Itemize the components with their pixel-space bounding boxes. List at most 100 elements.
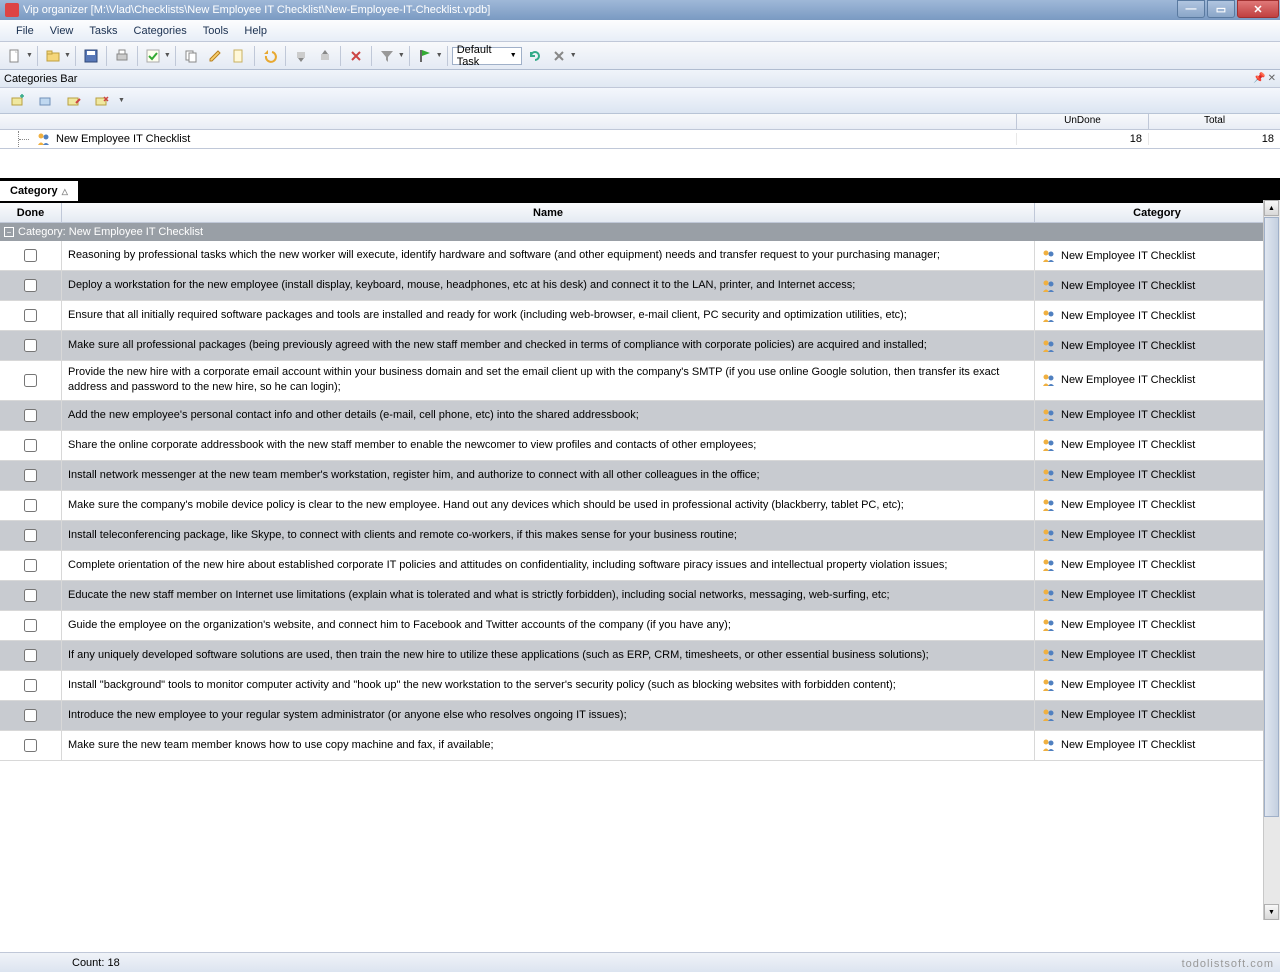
summary-header: UnDone Total (0, 114, 1280, 130)
table-row[interactable]: If any uniquely developed software solut… (0, 641, 1280, 671)
name-cell: Ensure that all initially required softw… (62, 301, 1035, 330)
move-up-icon[interactable] (314, 45, 336, 67)
save-icon[interactable] (80, 45, 102, 67)
category-toolbar: ▼ (0, 88, 1280, 114)
new-folder-icon[interactable] (42, 45, 64, 67)
done-cell (0, 401, 62, 430)
menu-help[interactable]: Help (236, 22, 275, 40)
done-checkbox[interactable] (24, 309, 37, 322)
done-checkbox[interactable] (24, 679, 37, 692)
done-checkbox[interactable] (24, 739, 37, 752)
scroll-thumb[interactable] (1264, 217, 1279, 817)
people-icon (36, 132, 52, 146)
table-row[interactable]: Provide the new hire with a corporate em… (0, 361, 1280, 401)
menu-tasks[interactable]: Tasks (81, 22, 125, 40)
table-row[interactable]: Make sure the new team member knows how … (0, 731, 1280, 761)
minimize-button[interactable]: — (1177, 0, 1205, 18)
table-row[interactable]: Share the online corporate addressbook w… (0, 431, 1280, 461)
group-label: Category: New Employee IT Checklist (18, 226, 203, 238)
note-icon[interactable] (228, 45, 250, 67)
vertical-scrollbar[interactable]: ▲ ▼ (1263, 200, 1280, 920)
table-row[interactable]: Introduce the new employee to your regul… (0, 701, 1280, 731)
dropdown-arrow-icon[interactable]: ▼ (164, 52, 171, 59)
done-checkbox[interactable] (24, 529, 37, 542)
name-cell: Share the online corporate addressbook w… (62, 431, 1035, 460)
dropdown-arrow-icon[interactable]: ▼ (436, 52, 443, 59)
copy-icon[interactable] (180, 45, 202, 67)
edit-category-icon[interactable] (36, 91, 56, 111)
table-row[interactable]: Reasoning by professional tasks which th… (0, 241, 1280, 271)
table-row[interactable]: Deploy a workstation for the new employe… (0, 271, 1280, 301)
new-category-icon[interactable] (8, 91, 28, 111)
default-task-label: Default Task (457, 44, 510, 68)
done-checkbox[interactable] (24, 339, 37, 352)
done-cell (0, 241, 62, 270)
dropdown-arrow-icon[interactable]: ▼ (64, 52, 71, 59)
done-cell (0, 551, 62, 580)
flag-green-icon[interactable] (414, 45, 436, 67)
category-cell: New Employee IT Checklist (1035, 641, 1280, 670)
close-button[interactable]: ✕ (1237, 0, 1279, 18)
maximize-button[interactable]: ▭ (1207, 0, 1235, 18)
people-icon (1041, 309, 1057, 323)
done-checkbox[interactable] (24, 439, 37, 452)
category-group-tab[interactable]: Category △ (0, 181, 78, 201)
column-done[interactable]: Done (0, 203, 62, 222)
column-name[interactable]: Name (62, 203, 1035, 222)
menu-file[interactable]: File (8, 22, 42, 40)
column-category[interactable]: Category △ (1035, 203, 1280, 222)
done-cell (0, 521, 62, 550)
done-checkbox[interactable] (24, 409, 37, 422)
done-checkbox[interactable] (24, 559, 37, 572)
table-row[interactable]: Ensure that all initially required softw… (0, 301, 1280, 331)
scroll-down-button[interactable]: ▼ (1264, 904, 1279, 920)
print-icon[interactable] (111, 45, 133, 67)
dropdown-arrow-icon[interactable]: ▼ (398, 52, 405, 59)
done-cell (0, 361, 62, 400)
move-down-icon[interactable] (290, 45, 312, 67)
table-row[interactable]: Install "background" tools to monitor co… (0, 671, 1280, 701)
summary-row[interactable]: New Employee IT Checklist 18 18 (0, 130, 1280, 148)
delete-category-icon[interactable] (92, 91, 112, 111)
dropdown-arrow-icon[interactable]: ▼ (26, 52, 33, 59)
menu-tools[interactable]: Tools (195, 22, 237, 40)
done-checkbox[interactable] (24, 619, 37, 632)
refresh-icon[interactable] (524, 45, 546, 67)
table-row[interactable]: Make sure all professional packages (bei… (0, 331, 1280, 361)
table-row[interactable]: Install network messenger at the new tea… (0, 461, 1280, 491)
check-task-icon[interactable] (142, 45, 164, 67)
pin-icon[interactable]: 📌 (1253, 73, 1265, 84)
menu-categories[interactable]: Categories (126, 22, 195, 40)
table-row[interactable]: Educate the new staff member on Internet… (0, 581, 1280, 611)
filter-icon[interactable] (376, 45, 398, 67)
collapse-icon[interactable]: − (4, 227, 14, 237)
table-row[interactable]: Install teleconferencing package, like S… (0, 521, 1280, 551)
table-row[interactable]: Make sure the company's mobile device po… (0, 491, 1280, 521)
tree-connector-icon (18, 131, 32, 147)
done-checkbox[interactable] (24, 279, 37, 292)
dropdown-arrow-icon[interactable]: ▼ (570, 52, 577, 59)
done-checkbox[interactable] (24, 709, 37, 722)
scroll-up-button[interactable]: ▲ (1264, 200, 1279, 216)
undo-icon[interactable] (259, 45, 281, 67)
rename-category-icon[interactable] (64, 91, 84, 111)
table-row[interactable]: Guide the employee on the organization's… (0, 611, 1280, 641)
new-doc-icon[interactable] (4, 45, 26, 67)
edit-icon[interactable] (204, 45, 226, 67)
table-row[interactable]: Add the new employee's personal contact … (0, 401, 1280, 431)
delete-icon[interactable] (345, 45, 367, 67)
done-checkbox[interactable] (24, 469, 37, 482)
done-checkbox[interactable] (24, 499, 37, 512)
table-row[interactable]: Complete orientation of the new hire abo… (0, 551, 1280, 581)
done-checkbox[interactable] (24, 249, 37, 262)
done-checkbox[interactable] (24, 649, 37, 662)
dropdown-arrow-icon[interactable]: ▼ (118, 97, 125, 104)
group-row[interactable]: − Category: New Employee IT Checklist (0, 223, 1280, 241)
done-checkbox[interactable] (24, 374, 37, 387)
menu-view[interactable]: View (42, 22, 82, 40)
clear-icon[interactable] (548, 45, 570, 67)
default-task-dropdown[interactable]: Default Task ▼ (452, 47, 522, 65)
summary-name: New Employee IT Checklist (56, 133, 190, 145)
close-panel-icon[interactable]: ✕ (1268, 73, 1276, 84)
done-checkbox[interactable] (24, 589, 37, 602)
